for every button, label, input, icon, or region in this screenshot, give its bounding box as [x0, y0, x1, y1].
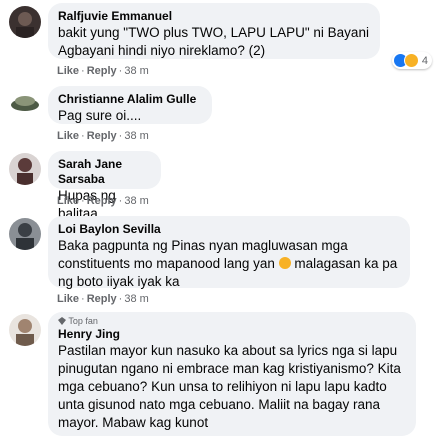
reaction-summary[interactable]: 4 — [391, 52, 432, 69]
comment-actions: Like · Reply · 38 m — [57, 293, 149, 305]
comment-actions: Like · Reply · 38 m — [57, 65, 149, 77]
like-button[interactable]: Like — [57, 195, 79, 207]
like-button[interactable]: Like — [57, 65, 79, 77]
avatar[interactable] — [9, 218, 41, 250]
comment-actions: Like · Reply · 38 m — [57, 195, 149, 207]
timestamp[interactable]: 38 m — [124, 65, 148, 77]
avatar[interactable] — [9, 153, 41, 185]
like-button[interactable]: Like — [57, 293, 79, 305]
comment-bubble: Christianne Alalim Gulle Pag sure oi.... — [48, 86, 212, 124]
comment-bubble: Sarah Jane Sarsaba Hupas ng balitaa — [48, 151, 161, 221]
badge-label: Top fan — [68, 316, 98, 326]
comment-actions: Like · Reply · 38 m — [57, 130, 149, 142]
avatar[interactable] — [9, 6, 41, 38]
avatar[interactable] — [9, 91, 41, 115]
top-fan-badge: Top fan — [58, 316, 406, 327]
commenter-name[interactable]: Christianne Alalim Gulle — [58, 92, 202, 107]
reply-button[interactable]: Reply — [87, 130, 117, 142]
timestamp[interactable]: 38 m — [124, 130, 148, 142]
commenter-name[interactable]: Sarah Jane Sarsaba — [58, 157, 151, 187]
comment-bubble: Loi Baylon Sevilla Baka pagpunta ng Pina… — [48, 216, 410, 291]
reply-button[interactable]: Reply — [87, 195, 117, 207]
commenter-name[interactable]: Henry Jing — [58, 327, 406, 342]
comment-bubble: Ralfjuvie Emmanuel bakit yung "TWO plus … — [48, 3, 432, 69]
timestamp[interactable]: 38 m — [124, 195, 148, 207]
avatar[interactable] — [9, 314, 41, 346]
comment-text: bakit yung "TWO plus TWO, LAPU LAPU" ni … — [58, 25, 369, 58]
comment-text: Baka pagpunta ng Pinas nyan magluwasan m… — [58, 237, 400, 291]
commenter-name[interactable]: Ralfjuvie Emmanuel — [58, 9, 370, 24]
reply-button[interactable]: Reply — [87, 293, 117, 305]
comment-bubble: Top fan Henry Jing Pastilan mayor kun na… — [48, 312, 416, 436]
haha-icon — [403, 53, 419, 68]
diamond-icon — [58, 317, 66, 325]
reaction-count: 4 — [421, 54, 428, 67]
commenter-name[interactable]: Loi Baylon Sevilla — [58, 222, 400, 237]
reply-button[interactable]: Reply — [87, 65, 117, 77]
comment-text: Pastilan mayor kun nasuko ka about sa ly… — [58, 343, 401, 430]
timestamp[interactable]: 38 m — [124, 293, 148, 305]
comment-text: Pag sure oi.... — [58, 108, 142, 123]
like-button[interactable]: Like — [57, 130, 79, 142]
crying-laughing-emoji — [278, 257, 291, 269]
